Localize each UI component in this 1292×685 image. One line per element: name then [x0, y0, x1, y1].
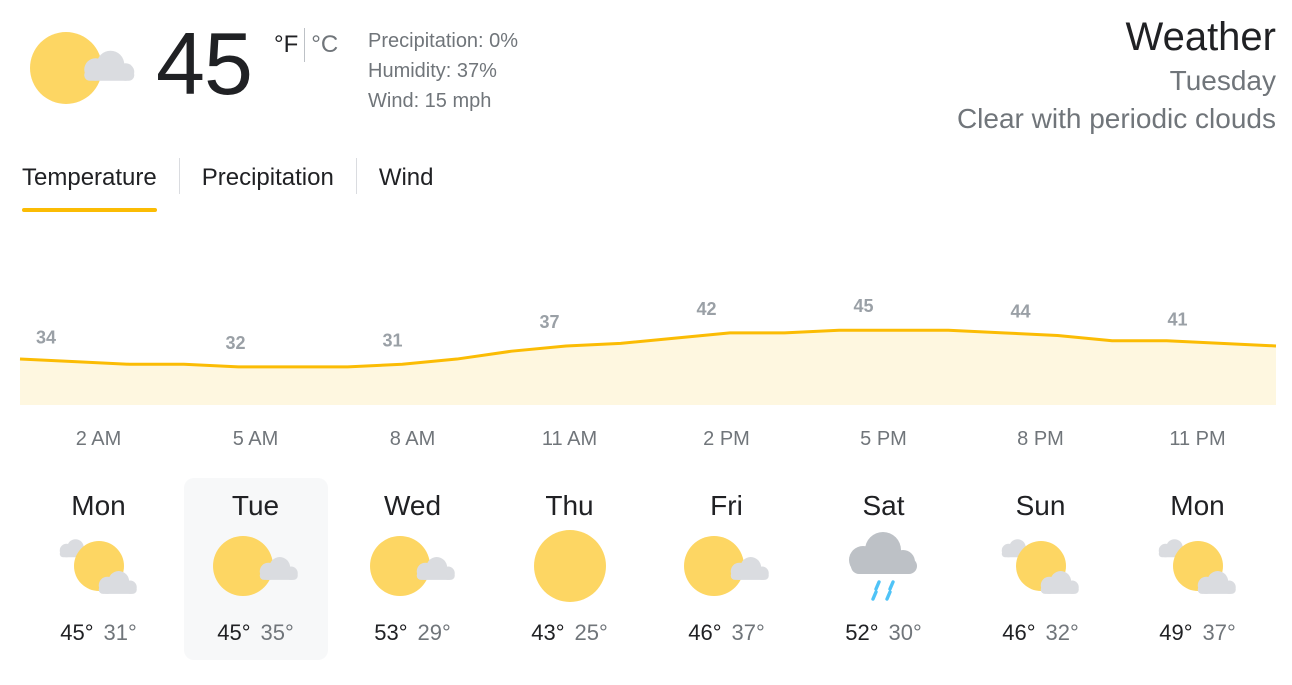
day-temps: 53° 29° [341, 620, 485, 646]
unit-divider [304, 28, 306, 62]
day-name: Sat [862, 490, 905, 521]
forecast-day[interactable]: Tue 45° 35° [183, 478, 328, 660]
data-label: 34 [36, 328, 56, 348]
chart-time-axis: 2 AM 5 AM 8 AM 11 AM 2 PM 5 PM 8 PM 11 PM [0, 428, 1292, 456]
celsius-button[interactable]: °C [311, 31, 338, 59]
forecast-day[interactable]: Wed 53° 29° [341, 478, 485, 660]
day-temps: 45° 31° [27, 620, 171, 646]
high-temp: 46° [1002, 620, 1036, 645]
current-temperature: 45 [156, 14, 253, 113]
forecast-day[interactable]: Fri 46° 37° [655, 478, 799, 660]
current-day: Tuesday [1169, 65, 1276, 96]
day-name: Mon [1170, 490, 1225, 521]
forecast-day[interactable]: Sun 46° 32° [969, 478, 1113, 660]
raindrop-shape [873, 580, 881, 591]
raindrop-shape [887, 580, 895, 591]
low-temp: 37° [1202, 620, 1236, 645]
tab-precipitation[interactable]: Precipitation [202, 156, 334, 200]
precipitation-text: Precipitation: 0% [368, 30, 519, 52]
data-label: 32 [226, 333, 246, 353]
mostly-cloudy-sun-icon [1001, 539, 1079, 594]
page-title: Weather [1125, 15, 1276, 59]
fahrenheit-button[interactable]: °F [274, 31, 298, 59]
tab-wind[interactable]: Wind [379, 156, 434, 200]
unit-toggle: °F °C [274, 28, 338, 62]
high-temp: 49° [1159, 620, 1193, 645]
mostly-cloudy-sun-icon [59, 539, 137, 594]
high-temp: 53° [374, 620, 408, 645]
high-temp: 45° [60, 620, 94, 645]
forecast-day[interactable]: Mon 49° 37° [1126, 478, 1270, 660]
time-label: 8 AM [389, 428, 436, 450]
rain-icon [848, 532, 917, 601]
chart-tabs: Temperature Precipitation Wind [22, 156, 434, 214]
time-label: 2 AM [75, 428, 122, 450]
low-temp: 30° [888, 620, 922, 645]
partly-sunny-icon [369, 536, 455, 596]
day-temps: 52° 30° [812, 620, 956, 646]
tab-temperature[interactable]: Temperature [22, 156, 157, 212]
time-label: 8 PM [1017, 428, 1064, 450]
time-label: 5 PM [860, 428, 907, 450]
wind-text: Wind: 15 mph [368, 90, 492, 112]
tab-divider [355, 158, 357, 194]
forecast-day[interactable]: Mon 45° 31° [27, 478, 171, 660]
data-label: 31 [383, 330, 403, 350]
sun-shape [533, 530, 606, 602]
data-label: 37 [540, 312, 560, 332]
high-temp: 52° [845, 620, 879, 645]
partly-sunny-icon [683, 536, 769, 596]
day-temps: 45° 35° [184, 620, 328, 646]
raindrop-shape [884, 590, 892, 601]
high-temp: 43° [531, 620, 565, 645]
forecast-day[interactable]: Thu 43° 25° [498, 478, 642, 660]
data-label: 42 [697, 299, 717, 319]
day-name: Thu [545, 490, 594, 521]
data-label: 44 [1011, 301, 1031, 321]
high-temp: 46° [688, 620, 722, 645]
raindrop-shape [870, 590, 878, 601]
day-temps: 43° 25° [498, 620, 642, 646]
mostly-cloudy-sun-icon [1158, 539, 1236, 594]
weather-header: Weather Tuesday Clear with periodic clou… [957, 14, 1276, 138]
time-label: 11 PM [1169, 428, 1226, 450]
data-label: 41 [1168, 309, 1188, 329]
time-label: 11 AM [541, 428, 598, 450]
day-temps: 46° 37° [655, 620, 799, 646]
humidity-text: Humidity: 37% [368, 60, 497, 82]
day-name: Mon [71, 490, 126, 521]
low-temp: 31° [103, 620, 137, 645]
partly-sunny-icon [212, 536, 298, 596]
day-name: Fri [710, 490, 743, 521]
day-temps: 46° 32° [969, 620, 1113, 646]
current-details: Precipitation: 0% Humidity: 37% Wind: 15… [368, 26, 518, 116]
temperature-chart: 34 32 31 37 42 45 44 41 [19, 296, 1277, 405]
low-temp: 35° [260, 620, 294, 645]
high-temp: 45° [217, 620, 251, 645]
day-name: Tue [231, 490, 280, 521]
low-temp: 37° [731, 620, 765, 645]
rain-cloud-shape [848, 532, 917, 574]
partly-sunny-icon [30, 32, 135, 104]
data-label: 45 [854, 296, 874, 316]
tab-divider [178, 158, 180, 194]
low-temp: 29° [417, 620, 451, 645]
day-temps: 49° 37° [1126, 620, 1270, 646]
low-temp: 32° [1045, 620, 1079, 645]
day-name: Sun [1015, 490, 1066, 521]
daily-forecast: Mon 45° 31° Tue 45° 35° Wed 53° 29° Thu 43°… [20, 478, 1276, 660]
day-name: Wed [383, 490, 442, 521]
forecast-day[interactable]: Sat 52° 30° [812, 478, 956, 660]
current-condition: Clear with periodic clouds [956, 103, 1276, 134]
time-label: 2 PM [703, 428, 750, 450]
time-label: 5 AM [232, 428, 279, 450]
sunny-icon [533, 530, 606, 602]
low-temp: 25° [574, 620, 608, 645]
